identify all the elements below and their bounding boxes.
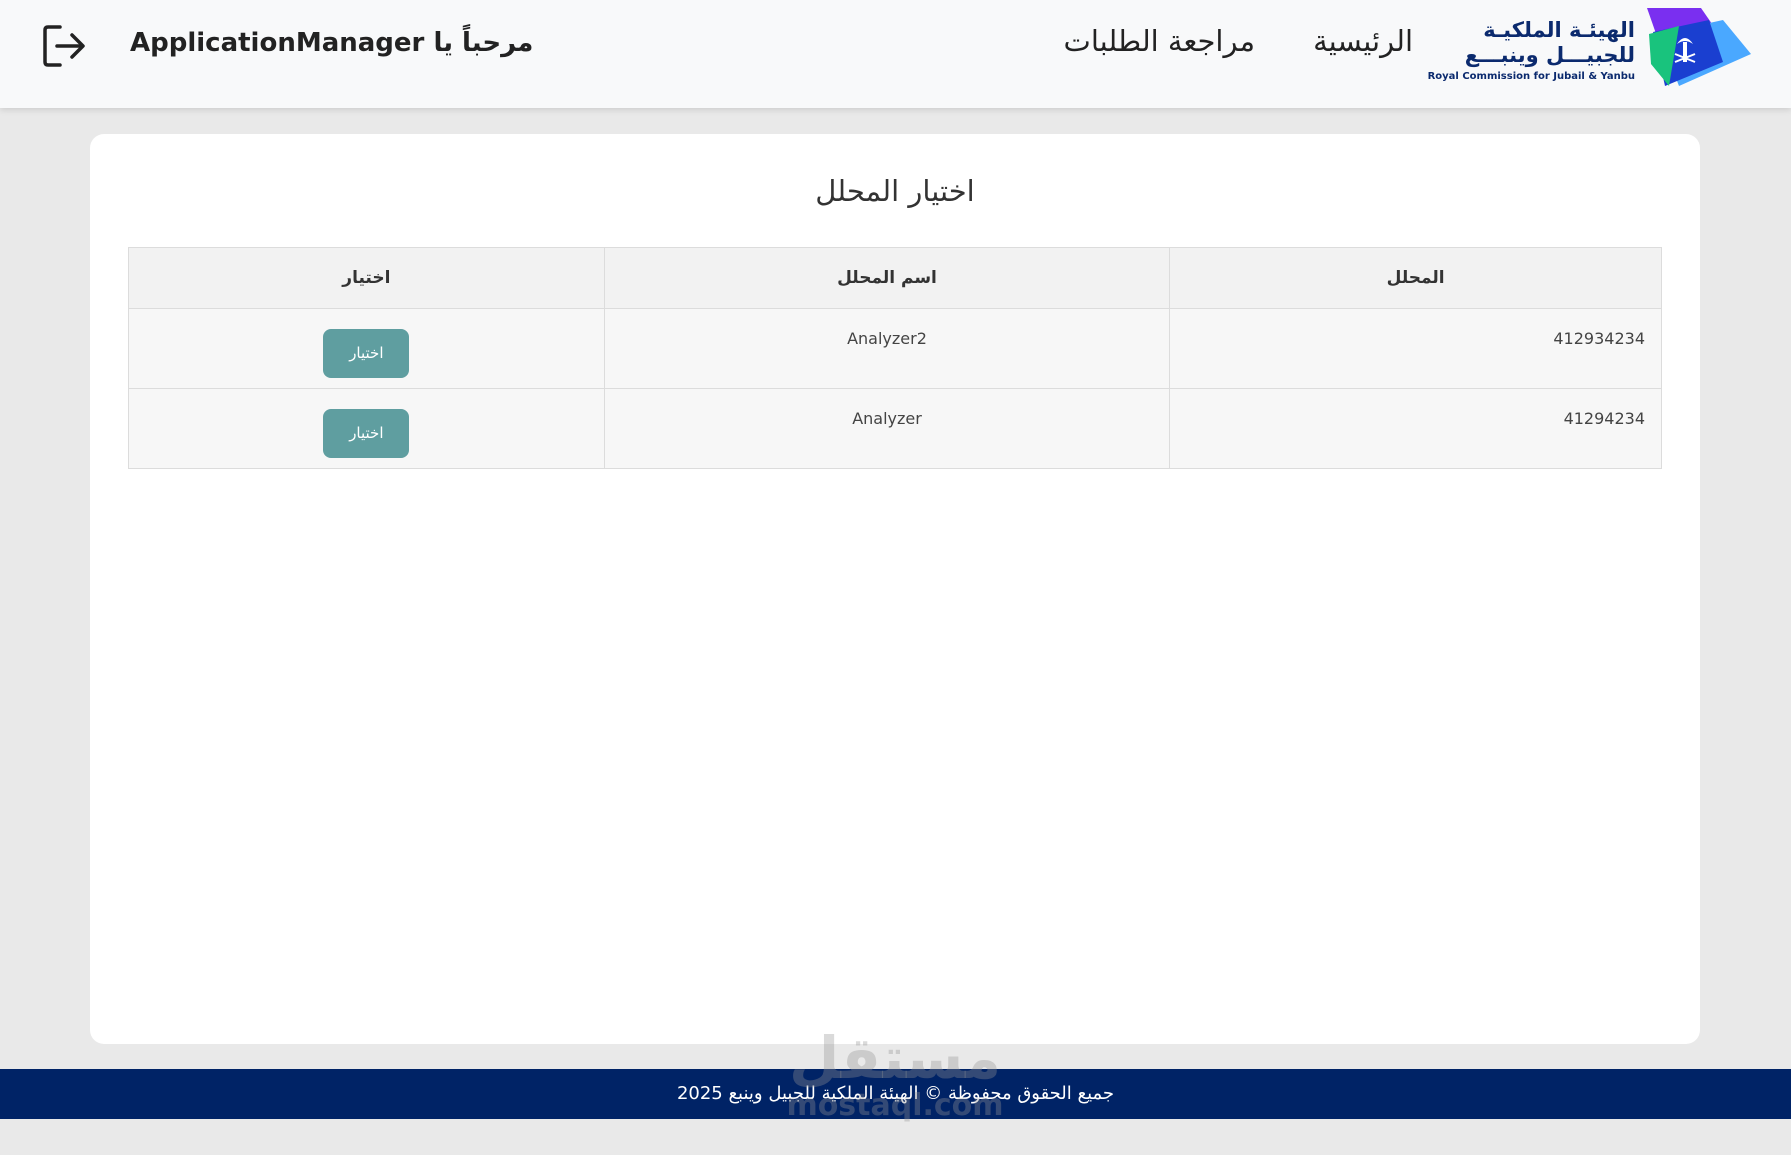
footer-copyright: جميع الحقوق محفوظة © الهيئة الملكية للجب… bbox=[676, 1083, 1115, 1104]
select-analyzer-button[interactable]: اختيار bbox=[323, 329, 410, 378]
analyzer-selection-card: اختيار المحلل المحلل اسم المحلل اختيار 4… bbox=[90, 134, 1700, 1044]
nav-review-requests-link[interactable]: مراجعة الطلبات bbox=[1064, 24, 1255, 70]
analyzer-id-cell: 41294234 bbox=[1169, 388, 1662, 469]
analyzer-name-cell: Analyzer2 bbox=[603, 308, 1171, 389]
nav-home-link[interactable]: الرئيسية bbox=[1313, 24, 1413, 70]
rcjy-logo[interactable]: الهيئـة الملكيـة للجبيـــل وينبـــع Roya… bbox=[1428, 4, 1751, 90]
column-header-analyzer-id: المحلل bbox=[1169, 247, 1662, 309]
logo-text: الهيئـة الملكيـة للجبيـــل وينبـــع Roya… bbox=[1428, 18, 1635, 82]
column-header-select: اختيار bbox=[128, 247, 605, 309]
logout-button[interactable] bbox=[40, 22, 88, 70]
table-header-row: المحلل اسم المحلل اختيار bbox=[128, 247, 1662, 309]
select-cell: اختيار bbox=[128, 308, 605, 389]
analyzer-name-cell: Analyzer bbox=[603, 388, 1171, 469]
column-header-analyzer-name: اسم المحلل bbox=[603, 247, 1171, 309]
top-navbar: الهيئـة الملكيـة للجبيـــل وينبـــع Roya… bbox=[0, 0, 1791, 108]
logout-icon bbox=[43, 25, 85, 67]
logo-name-ar-line1: الهيئـة الملكيـة bbox=[1483, 18, 1635, 42]
analyzers-table: المحلل اسم المحلل اختيار 412934234 Analy… bbox=[128, 247, 1662, 469]
analyzer-id-cell: 412934234 bbox=[1169, 308, 1662, 389]
select-analyzer-button[interactable]: اختيار bbox=[323, 409, 410, 458]
table-row: 41294234 Analyzer اختيار bbox=[128, 388, 1662, 469]
logo-name-en: Royal Commission for Jubail & Yanbu bbox=[1427, 71, 1635, 82]
select-cell: اختيار bbox=[128, 388, 605, 469]
footer: جميع الحقوق محفوظة © الهيئة الملكية للجب… bbox=[0, 1069, 1791, 1119]
table-row: 412934234 Analyzer2 اختيار bbox=[128, 308, 1662, 389]
logo-emblem-icon bbox=[1647, 8, 1751, 86]
welcome-message: مرحباً يا ApplicationManager bbox=[130, 28, 534, 58]
page-title: اختيار المحلل bbox=[815, 174, 975, 208]
logo-name-ar-line2: للجبيـــل وينبـــع bbox=[1464, 43, 1635, 67]
